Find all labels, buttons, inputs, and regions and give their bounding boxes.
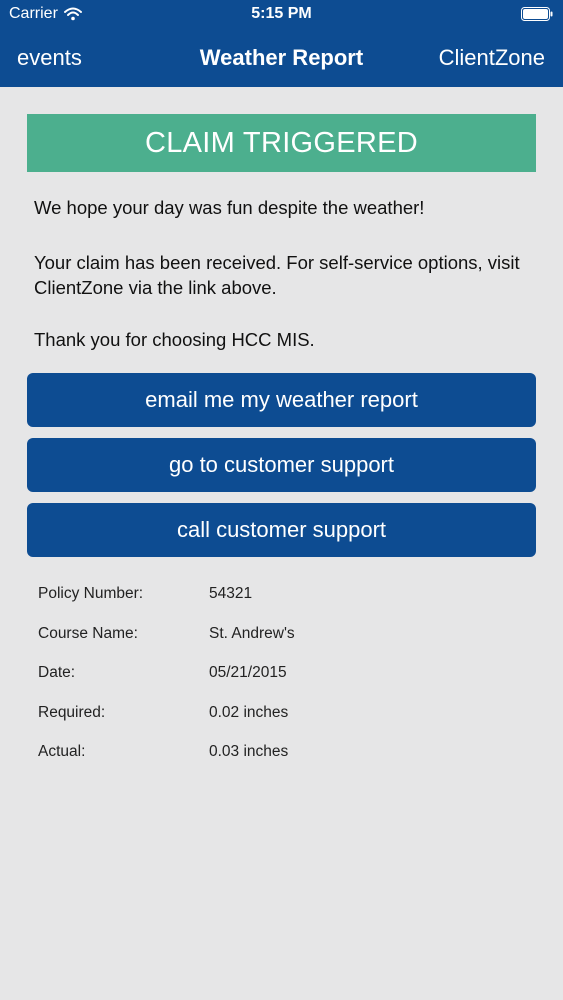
message-claim-received: Your claim has been received. For self-s… bbox=[34, 252, 520, 298]
policy-details: Policy Number: 54321 Course Name: St. An… bbox=[38, 582, 518, 780]
message-fun-day: We hope your day was fun despite the wea… bbox=[34, 197, 425, 218]
navigation-bar: events Weather Report ClientZone bbox=[0, 38, 563, 78]
detail-value: 0.03 inches bbox=[209, 743, 289, 760]
detail-row-actual: Actual: 0.03 inches bbox=[38, 740, 518, 780]
detail-row-policy-number: Policy Number: 54321 bbox=[38, 582, 518, 622]
detail-row-required: Required: 0.02 inches bbox=[38, 701, 518, 741]
detail-value: 0.02 inches bbox=[209, 703, 289, 721]
detail-row-date: Date: 05/21/2015 bbox=[38, 661, 518, 701]
email-report-button[interactable]: email me my weather report bbox=[27, 373, 536, 427]
top-bar: Carrier 5:15 PM events Weather Report Cl… bbox=[0, 0, 563, 87]
status-time: 5:15 PM bbox=[251, 5, 312, 22]
call-support-button[interactable]: call customer support bbox=[27, 503, 536, 557]
detail-value: 54321 bbox=[209, 585, 253, 602]
message-thank-you: Thank you for choosing HCC MIS. bbox=[34, 329, 315, 350]
detail-label: Required: bbox=[38, 703, 106, 721]
detail-label: Course Name: bbox=[38, 624, 138, 642]
detail-value: 05/21/2015 bbox=[209, 664, 287, 681]
detail-row-course-name: Course Name: St. Andrew's bbox=[38, 622, 518, 662]
claim-status-banner: CLAIM TRIGGERED bbox=[27, 114, 536, 172]
detail-label: Date: bbox=[38, 664, 76, 681]
clientzone-nav-button[interactable]: ClientZone bbox=[439, 45, 545, 71]
status-bar: Carrier 5:15 PM bbox=[0, 0, 563, 30]
detail-value: St. Andrew's bbox=[209, 624, 295, 642]
customer-support-button[interactable]: go to customer support bbox=[27, 438, 536, 492]
detail-label: Policy Number: bbox=[38, 585, 144, 602]
battery-icon bbox=[521, 7, 553, 21]
detail-label: Actual: bbox=[38, 743, 86, 760]
